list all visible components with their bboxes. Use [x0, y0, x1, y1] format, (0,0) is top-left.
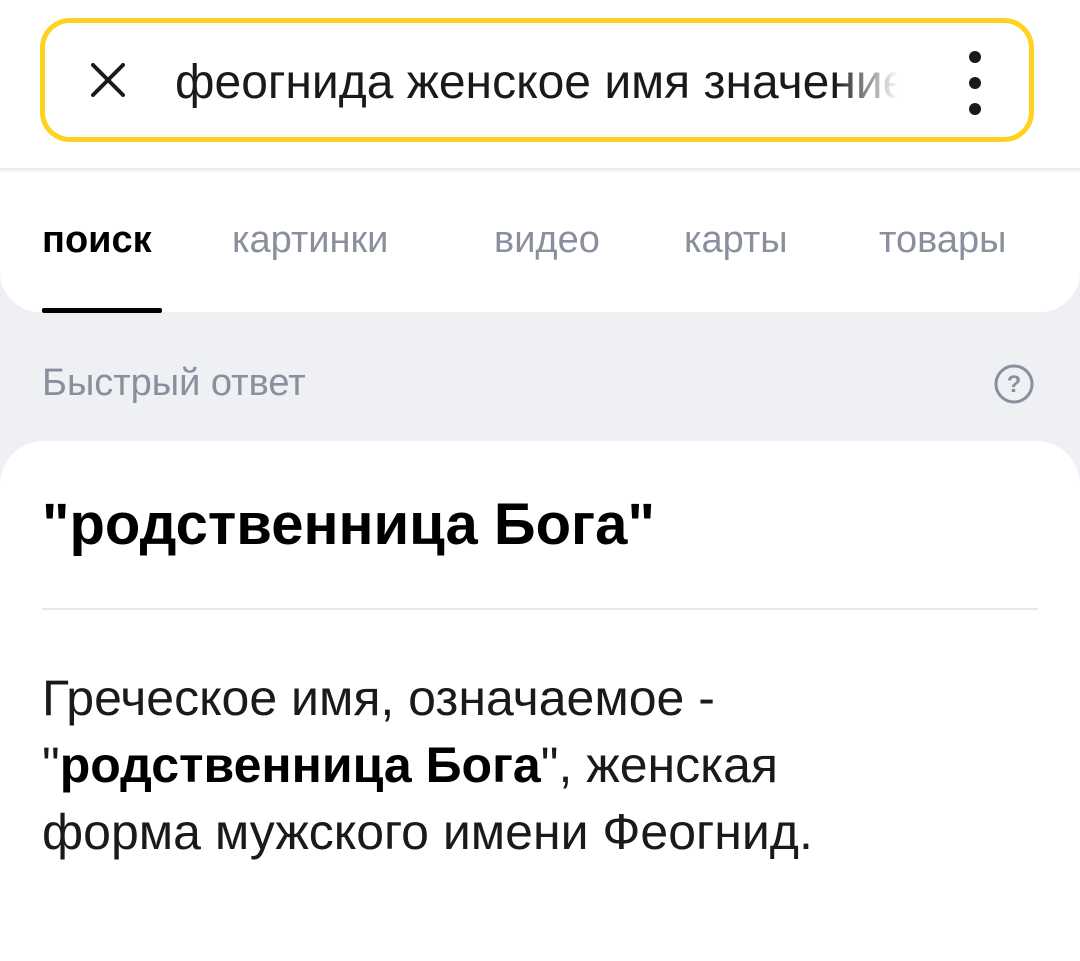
- answer-quote-close: ": [540, 737, 559, 793]
- search-bar[interactable]: феогнида женское имя значение: [40, 18, 1034, 142]
- active-tab-indicator: [42, 308, 162, 313]
- search-tabs: поиск картинки видео карты товары: [0, 215, 1080, 265]
- card-divider: [42, 608, 1038, 610]
- search-input-fade: [835, 43, 925, 123]
- answer-quote-open: ": [42, 737, 60, 793]
- tab-maps[interactable]: карты: [684, 215, 788, 265]
- answer-line-1: Греческое имя, означаемое -: [42, 670, 715, 726]
- quick-answer-card: "родственница Бога" Греческое имя, означ…: [0, 441, 1080, 961]
- svg-text:?: ?: [1007, 371, 1022, 398]
- tab-images[interactable]: картинки: [232, 215, 388, 265]
- answer-line-2-tail: , женская: [558, 737, 778, 793]
- answer-title: "родственница Бога": [42, 492, 655, 557]
- close-icon[interactable]: [85, 57, 131, 103]
- tab-goods[interactable]: товары: [879, 215, 1006, 265]
- answer-highlight: родственница Бога: [59, 737, 541, 793]
- answer-body: Греческое имя, означаемое - "родственница…: [42, 665, 1042, 866]
- answer-line-3: форма мужского имени Феогнид.: [42, 804, 813, 860]
- help-circle-icon[interactable]: ?: [993, 363, 1035, 405]
- search-input[interactable]: феогнида женское имя значение: [175, 48, 915, 118]
- quick-answer-label: Быстрый ответ: [42, 362, 306, 404]
- tab-search[interactable]: поиск: [42, 215, 152, 265]
- search-header: феогнида женское имя значение поиск карт…: [0, 0, 1080, 312]
- header-divider: [0, 168, 1080, 173]
- tab-video[interactable]: видео: [494, 215, 600, 265]
- more-vertical-icon[interactable]: [960, 51, 990, 115]
